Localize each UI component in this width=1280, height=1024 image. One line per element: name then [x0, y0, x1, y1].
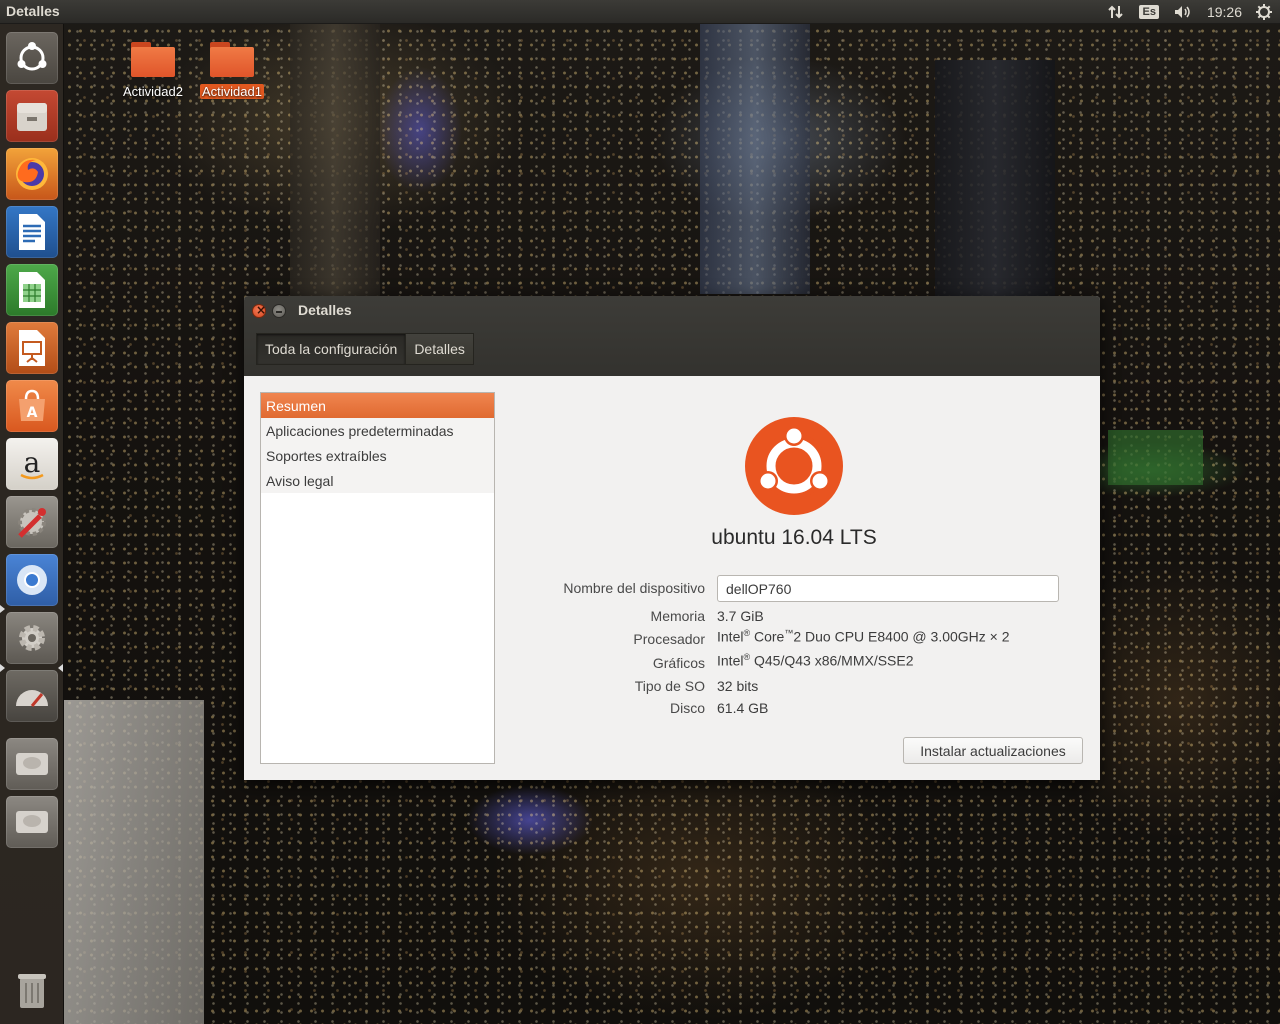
launcher-item-file-manager[interactable] — [6, 90, 58, 142]
keyboard-layout-label: Es — [1139, 5, 1159, 19]
indicator-area: Es 19:26 — [1107, 0, 1272, 24]
file-cabinet-icon — [17, 103, 47, 131]
wallpaper-tower-2 — [700, 24, 810, 294]
memory-value: 3.7 GiB — [717, 608, 764, 624]
focused-indicator-right — [58, 664, 63, 672]
ubuntu-logo-icon — [745, 417, 843, 515]
window-content: Resumen Aplicaciones predeterminadas Sop… — [244, 376, 1100, 780]
launcher-item-libreoffice-impress[interactable] — [6, 322, 58, 374]
window-title: Detalles — [298, 302, 352, 318]
disk-usage-gauge-icon — [16, 690, 48, 707]
top-panel: Detalles Es 19:26 — [0, 0, 1280, 24]
launcher-item-system-tools[interactable] — [6, 496, 58, 548]
install-updates-button[interactable]: Instalar actualizaciones — [903, 737, 1083, 764]
network-arrows-icon[interactable] — [1107, 4, 1125, 20]
wallpaper-tower-1 — [290, 24, 380, 304]
wallpaper-tower-3 — [935, 60, 1055, 300]
launcher-item-firefox[interactable] — [6, 148, 58, 200]
close-button[interactable] — [252, 303, 266, 318]
software-bag-icon: A — [19, 389, 45, 421]
launcher-item-drive-2[interactable] — [6, 796, 58, 848]
svg-text:A: A — [27, 405, 38, 421]
trash-icon — [18, 974, 46, 1008]
desktop-folder-label: Actividad2 — [123, 84, 183, 99]
ubuntu-logo-icon — [17, 42, 47, 71]
device-name-label: Nombre del dispositivo — [563, 580, 705, 596]
launcher-item-libreoffice-calc[interactable] — [6, 264, 58, 316]
os-type-value: 32 bits — [717, 678, 759, 694]
svg-text:a: a — [24, 446, 41, 479]
sidebar-item-default-apps[interactable]: Aplicaciones predeterminadas — [261, 418, 494, 443]
launcher-item-software-center[interactable]: A — [6, 380, 58, 432]
clock[interactable]: 19:26 — [1207, 4, 1242, 20]
graphics-value: Intel® Q45/Q43 x86/MMX/SSE2 — [717, 652, 914, 669]
processor-model: 2 Duo CPU E8400 @ 3.00GHz × 2 — [793, 628, 1010, 645]
volume-icon[interactable] — [1173, 4, 1193, 20]
graphics-model: Q45/Q43 x86/MMX/SSE2 — [754, 652, 914, 669]
processor-line: Core — [754, 628, 785, 645]
launcher-item-chromium[interactable] — [6, 554, 58, 606]
wallpaper-green-park — [1108, 430, 1203, 485]
window-titlebar[interactable]: Detalles Toda la configuración Detalles — [244, 296, 1100, 376]
minimize-button[interactable] — [272, 304, 286, 318]
trademark-mark: ™ — [784, 628, 794, 638]
sidebar-item-resumen[interactable]: Resumen — [261, 393, 494, 418]
memory-label: Memoria — [650, 608, 705, 624]
firefox-icon — [16, 158, 48, 190]
top-panel-title: Detalles — [6, 3, 60, 19]
running-indicator-left — [0, 664, 5, 672]
distro-version: ubuntu 16.04 LTS — [711, 526, 877, 549]
settings-gear-icon — [19, 625, 45, 651]
desktop-folder-actividad2[interactable]: Actividad2 — [113, 40, 193, 100]
running-indicator-left — [0, 605, 5, 613]
launcher-item-system-settings[interactable] — [6, 612, 58, 664]
processor-label: Procesador — [633, 631, 705, 647]
processor-brand: Intel — [717, 628, 744, 645]
launcher-item-trash[interactable] — [6, 964, 58, 1016]
launcher-item-disk-usage[interactable] — [6, 670, 58, 722]
folder-icon — [208, 40, 256, 78]
desktop-folder-actividad1[interactable]: Actividad1 — [192, 40, 272, 100]
disk-value: 61.4 GB — [717, 700, 769, 716]
impress-presentation-icon — [19, 330, 45, 366]
sidebar-item-removable-media[interactable]: Soportes extraíbles — [261, 443, 494, 468]
os-type-label: Tipo de SO — [634, 678, 705, 694]
details-window: Detalles Toda la configuración Detalles … — [244, 296, 1100, 780]
writer-document-icon — [19, 214, 45, 250]
launcher-item-amazon[interactable]: a — [6, 438, 58, 490]
device-name-field[interactable] — [717, 575, 1059, 602]
hard-drive-icon — [16, 753, 48, 775]
launcher-item-drive-1[interactable] — [6, 738, 58, 790]
graphics-label: Gráficos — [652, 655, 705, 671]
launcher-item-ubuntu-dash[interactable] — [6, 32, 58, 84]
details-sidebar: Resumen Aplicaciones predeterminadas Sop… — [260, 392, 495, 764]
disk-label: Disco — [669, 700, 705, 716]
registered-mark: ® — [743, 628, 751, 638]
hard-drive-icon — [16, 811, 48, 833]
amazon-icon: a — [20, 446, 44, 480]
calc-spreadsheet-icon — [19, 272, 45, 308]
processor-value: Intel® Core™2 Duo CPU E8400 @ 3.00GHz × … — [717, 628, 1010, 645]
folder-icon — [129, 40, 177, 78]
chromium-icon — [17, 565, 47, 595]
registered-mark: ® — [743, 652, 751, 662]
wallpaper-tower-4 — [64, 700, 204, 1024]
sidebar-item-legal-notice[interactable]: Aviso legal — [261, 468, 494, 493]
launcher: A a — [0, 24, 64, 1024]
keyboard-layout-icon[interactable]: Es — [1139, 5, 1159, 19]
system-gear-icon[interactable] — [1256, 4, 1272, 20]
tab-all-settings[interactable]: Toda la configuración — [256, 333, 406, 365]
desktop-folder-label: Actividad1 — [200, 84, 264, 99]
launcher-item-libreoffice-writer[interactable] — [6, 206, 58, 258]
breadcrumb-tabs: Toda la configuración Detalles — [256, 333, 474, 365]
tab-details[interactable]: Detalles — [405, 333, 474, 365]
graphics-brand: Intel — [717, 652, 744, 669]
wrench-gear-icon — [18, 508, 46, 538]
